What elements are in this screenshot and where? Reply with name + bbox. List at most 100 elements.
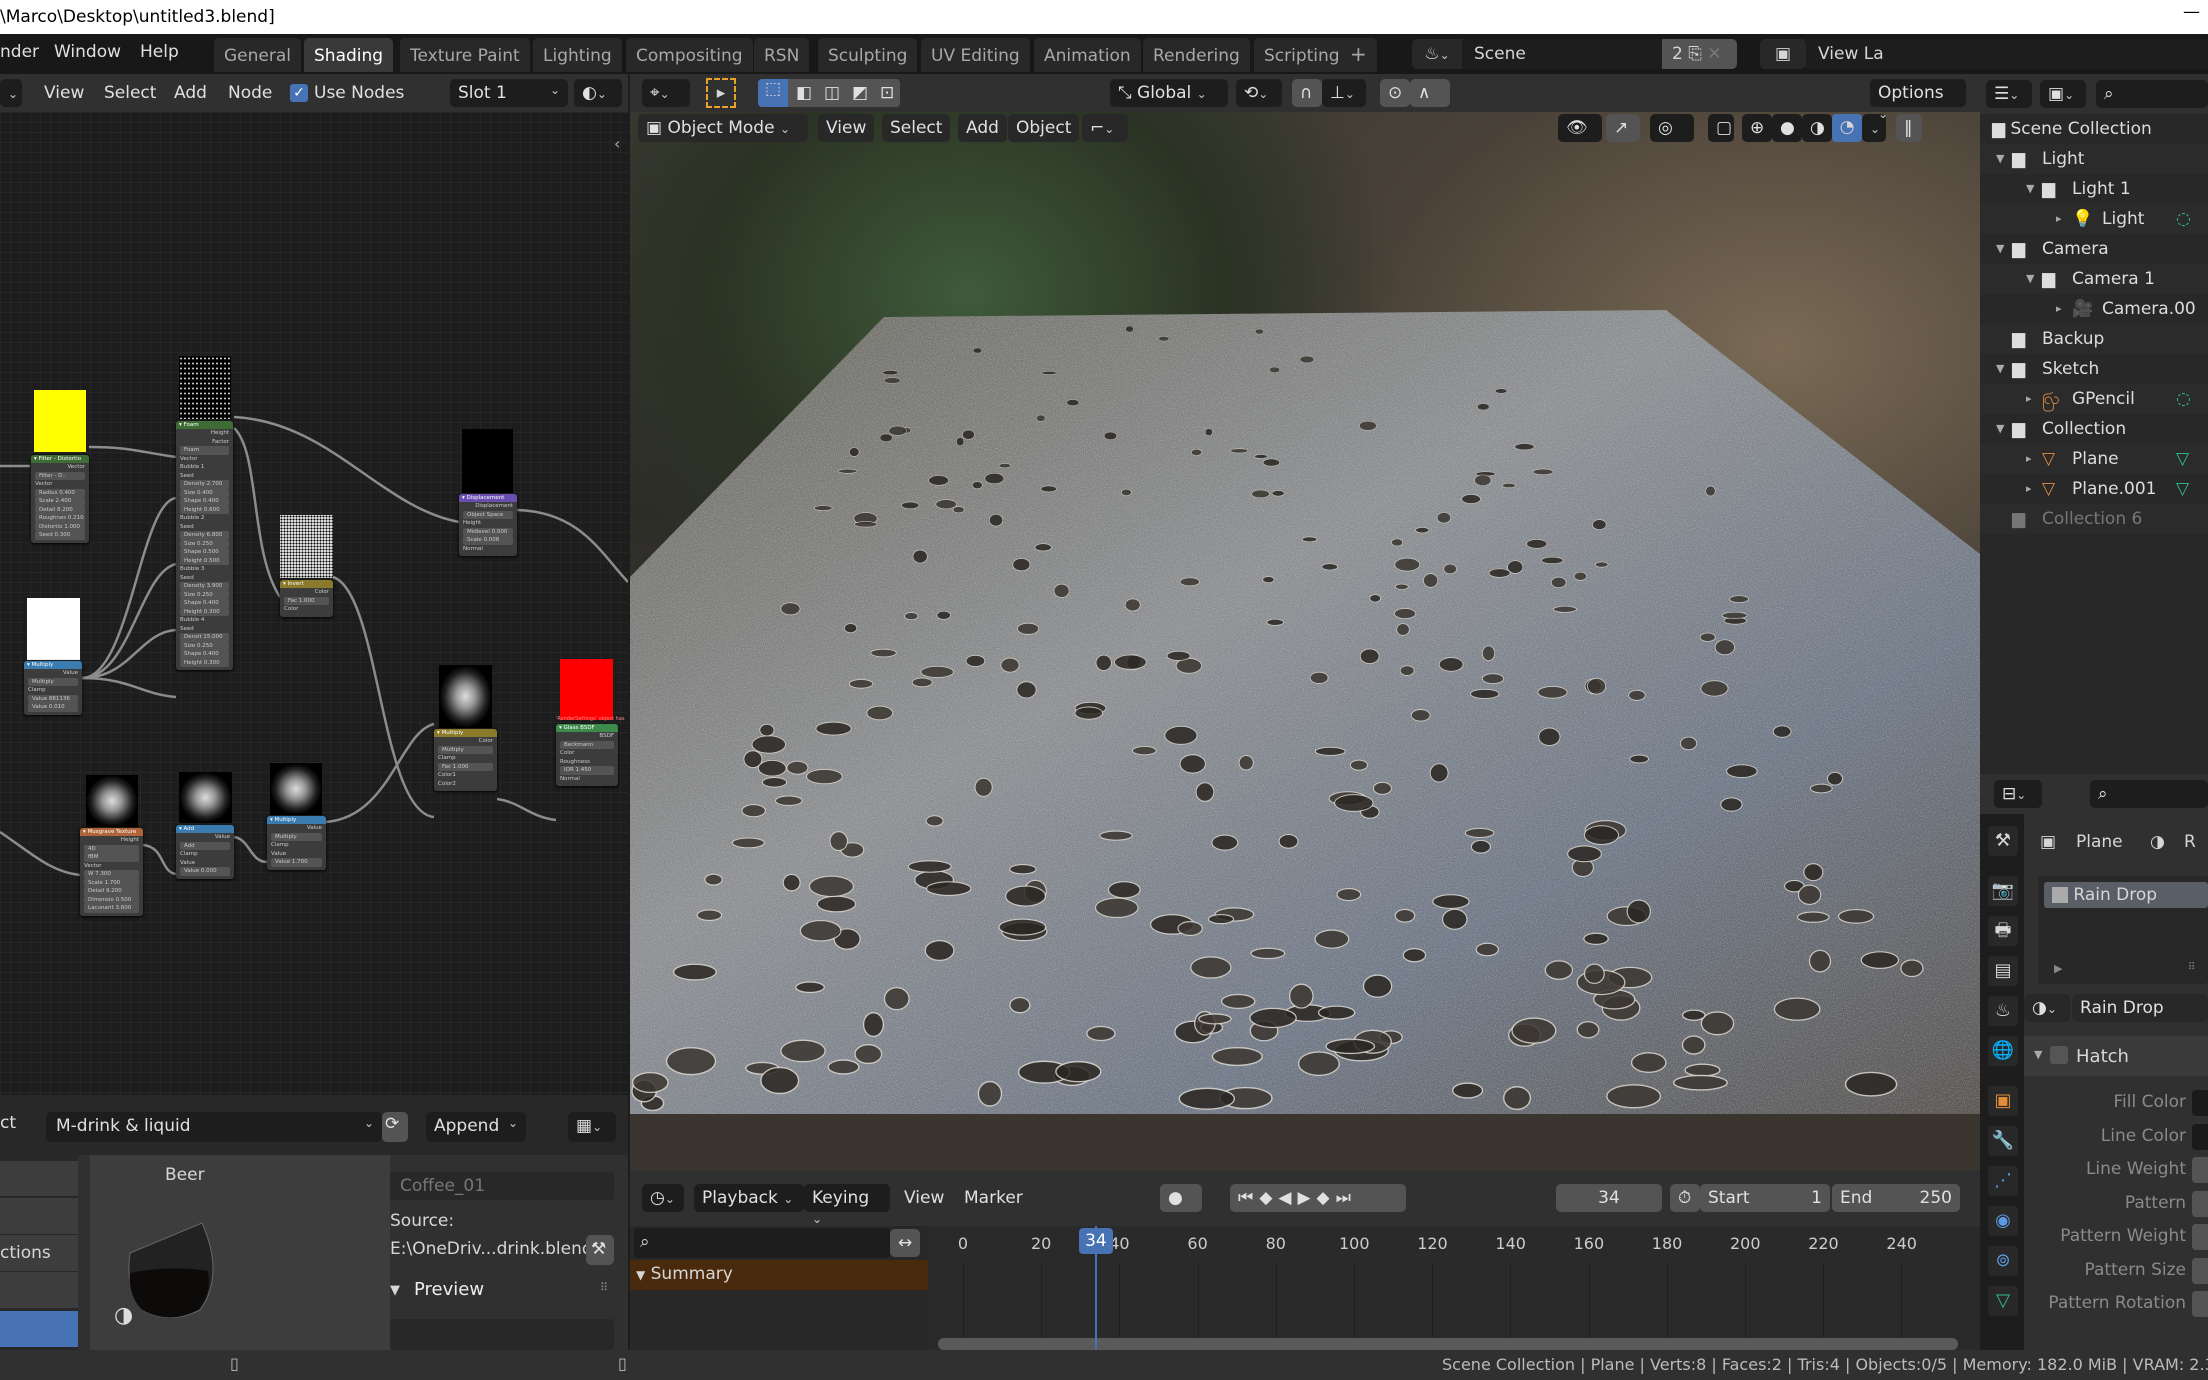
node-menu-view[interactable]: View [44,83,84,103]
asset-menu-select[interactable]: ct [0,1113,16,1133]
snap-toggle[interactable]: ∩ [1292,79,1322,107]
shader-node[interactable]: ▾ Musgrave Texture Height 4D fBM Vector W 7.3… [80,828,143,916]
node-header[interactable]: ▾ Multiply [267,816,326,824]
material-browse-dropdown[interactable]: ◑⌄ [2024,994,2070,1022]
select-tool-icon[interactable]: ▸ [706,78,736,108]
physics-tab-icon[interactable]: ◉ [1988,1206,2018,1236]
node-field[interactable]: Value 0.010 [28,703,78,712]
shading-solid[interactable]: ● [1772,114,1802,142]
node-field[interactable]: Radius 0.400 [35,488,85,497]
scene-selector-button[interactable]: ♨⌄ [1412,39,1462,69]
pivot-dropdown[interactable]: ⟲⌄ [1236,79,1282,107]
render-tab-icon[interactable]: 📷 [1988,876,2018,906]
viewport-menu-view[interactable]: View [818,114,875,142]
material-browse-button[interactable]: ◐⌄ [574,79,622,107]
delete-scene-icon[interactable]: ✕ [1707,44,1721,64]
node-field[interactable]: Dimensio 0.500 [84,895,139,904]
auto-keying-toggle[interactable]: ● [1160,1184,1202,1212]
node-field[interactable]: Multiply [271,832,322,841]
scene-name-field[interactable]: Scene [1462,39,1662,69]
timeline-editor-type[interactable]: ◷⌄ [642,1184,684,1212]
shader-node[interactable]: ▾ Add Value Add Clamp Value Value 0.000 [176,825,234,879]
next-keyframe-icon[interactable]: ◆ [1317,1188,1336,1208]
tab-rendering[interactable]: Rendering [1143,38,1250,72]
shader-node[interactable]: ▾ Filter - Distortio Vector Filter - D.. Ve… [31,455,89,543]
drag-handle-icon[interactable]: ⠿ [2188,962,2195,973]
node-menu-add[interactable]: Add [174,83,207,103]
shader-node[interactable]: ▾ Invert Color Fac 1.000 Color [280,580,333,617]
outliner-item-collection-6[interactable]: ▆ Collection 6 [1980,504,2208,534]
shader-node[interactable]: ▾ Glass BSDF 'RenderSettings' object has B… [556,716,624,786]
use-preview-range-toggle[interactable]: ⏱ [1670,1184,1700,1212]
select-mode-extend[interactable]: ◧ [788,79,816,107]
snap-target-dropdown[interactable]: ⊥⌄ [1322,79,1366,107]
node-field[interactable]: W 7.300 [84,870,139,879]
3d-viewport[interactable]: ▣ Object Mode ⌄ View Select Add Object ⌐… [630,74,1980,1170]
menu-help[interactable]: Help [140,42,179,62]
asset-name-field[interactable]: Coffee_01 [390,1172,614,1200]
field-input[interactable] [2192,1157,2208,1183]
node-field[interactable]: Densit 15.000 [180,633,229,642]
menu-render[interactable]: nder [0,42,39,62]
node-field[interactable]: Multiply [438,745,493,754]
node-header[interactable]: ▾ Invert [280,580,333,588]
object-mode-dropdown[interactable]: ▣ Object Mode ⌄ [638,114,808,142]
tab-uv-editing[interactable]: UV Editing [921,38,1030,72]
node-header[interactable]: ▾ Add [176,825,234,833]
node-field[interactable]: Add [180,841,230,850]
menu-keying[interactable]: Keying ⌄ [804,1184,890,1226]
node-field[interactable]: IOR 1.450 [560,766,614,775]
prev-keyframe-icon[interactable]: ◆ [1259,1188,1278,1208]
field-input[interactable] [2192,1291,2208,1317]
transform-affect-button[interactable]: ⌐⌄ [1082,114,1128,142]
outliner-item-light-1[interactable]: ▼ ▆ Light 1 [1980,174,2208,204]
shading-wireframe[interactable]: ⊕ [1742,114,1772,142]
play-reverse-icon[interactable]: ◀ [1278,1188,1297,1208]
disclosure-icon[interactable]: ▸ [2056,294,2062,324]
select-mode-subtract[interactable]: ◫ [816,79,844,107]
node-field[interactable]: Midlevel 0.000 [463,527,513,536]
node-header[interactable]: ▾ Displacement [459,494,517,502]
viewport-menu-select[interactable]: Select [882,114,951,142]
node-header[interactable]: ▾ Filter - Distortio [31,455,89,463]
view-layer-tab-icon[interactable]: ▤ [1988,956,2018,986]
overlays-toggle[interactable]: ◎ [1650,114,1694,142]
node-field[interactable]: Distortio 1.000 [35,522,85,531]
modifier-tab-icon[interactable]: 🔧 [1988,1126,2018,1156]
object-tab-icon[interactable]: ▣ [1988,1086,2018,1116]
shader-node[interactable]: ▾ Displacement Displacement Object Space He… [459,494,517,556]
node-field[interactable]: Value 0.000 [180,867,230,876]
summary-channel[interactable]: ▼ Summary [630,1260,928,1290]
tab-lighting[interactable]: Lighting [533,38,622,72]
gizmo-toggle[interactable]: ↗ [1606,114,1640,142]
catalog-item[interactable] [0,1161,78,1197]
jump-end-icon[interactable]: ⏭ [1336,1188,1357,1208]
menu-playback[interactable]: Playback ⌄ [694,1184,804,1212]
tab-rsn[interactable]: RSN [754,38,810,72]
node-field[interactable]: Height 0.500 [180,556,229,565]
sidebar-toggle-icon[interactable]: ‹ [614,134,620,153]
disclosure-icon[interactable]: ▸ [2026,444,2032,474]
view-layer-field[interactable]: View La [1806,39,2208,69]
proportional-edit-toggle[interactable]: ⊙ [1380,79,1410,107]
outliner-item-backup[interactable]: ▆ Backup [1980,324,2208,354]
field-input[interactable] [2192,1257,2208,1284]
node-field[interactable]: Roughnes 0.210 [35,514,85,523]
material-slot-list[interactable]: Rain Drop ▶ ⠿ [2038,876,2208,984]
orientation-dropdown[interactable]: ⤡ Global ⌄ [1110,79,1228,107]
node-field[interactable]: Seed 0.300 [35,531,85,540]
catalog-item[interactable] [0,1198,78,1234]
node-header[interactable]: ▾ Musgrave Texture [80,828,143,836]
outliner-display-mode[interactable]: ☰⌄ [1986,80,2032,108]
disclosure-icon[interactable]: ▸ [2026,474,2032,504]
field-input[interactable] [2192,1224,2208,1250]
outliner-item-camera-1[interactable]: ▼ ▆ Camera 1 [1980,264,2208,294]
outliner-item-collection[interactable]: ▼ ▆ Collection [1980,414,2208,444]
node-field[interactable]: Shape 0.500 [180,548,229,557]
catalog-item-collections[interactable]: ctions [0,1235,78,1271]
outliner-item-gpencil[interactable]: ▸ ꩺ GPencil ◌ [1980,384,2208,414]
disclosure-icon[interactable]: ▼ [1996,234,2004,264]
disclosure-icon[interactable]: ▼ [2026,264,2034,294]
open-blend-button[interactable]: ⚒ [586,1235,614,1265]
node-field[interactable]: Size 0.250 [180,539,229,548]
